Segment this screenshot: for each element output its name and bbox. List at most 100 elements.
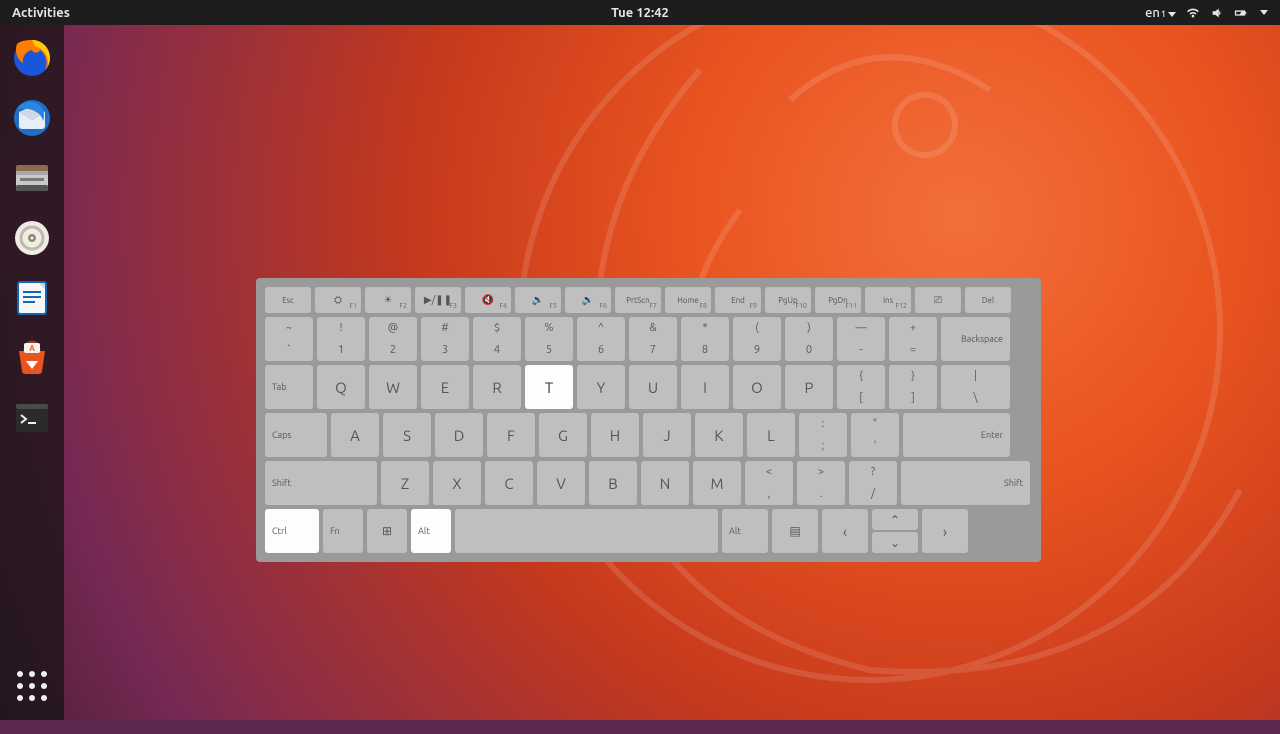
key-5[interactable]: %5	[525, 317, 573, 361]
key-,[interactable]: <,	[745, 461, 793, 505]
key-f2[interactable]: ☀F2	[365, 287, 411, 313]
key-s[interactable]: S	[383, 413, 431, 457]
key-r[interactable]: R	[473, 365, 521, 409]
key-arrow-down[interactable]: ⌄	[872, 532, 918, 553]
key-arrow-up[interactable]: ⌃	[872, 509, 918, 530]
key-g[interactable]: G	[539, 413, 587, 457]
key-.[interactable]: >.	[797, 461, 845, 505]
key-\[interactable]: |\	[941, 365, 1010, 409]
key-pgup[interactable]: PgUpF10	[765, 287, 811, 313]
key-9[interactable]: (9	[733, 317, 781, 361]
key-caps[interactable]: Caps	[265, 413, 327, 457]
key-p[interactable]: P	[785, 365, 833, 409]
key-1[interactable]: !1	[317, 317, 365, 361]
key-home[interactable]: HomeF8	[665, 287, 711, 313]
key-k[interactable]: K	[695, 413, 743, 457]
key-m[interactable]: M	[693, 461, 741, 505]
key-tab[interactable]: Tab	[265, 365, 313, 409]
key-f6[interactable]: 🔊F6	[565, 287, 611, 313]
key-pgdn[interactable]: PgDnF11	[815, 287, 861, 313]
key-fn13[interactable]: ⎚	[915, 287, 961, 313]
key-prtscn[interactable]: PrtScnF7	[615, 287, 661, 313]
key-fn[interactable]: Fn	[323, 509, 363, 553]
key-l[interactable]: L	[747, 413, 795, 457]
dock-app-terminal[interactable]	[9, 395, 55, 441]
key-d[interactable]: D	[435, 413, 483, 457]
key-f[interactable]: F	[487, 413, 535, 457]
dock: A	[0, 25, 64, 720]
key-del[interactable]: Del	[965, 287, 1011, 313]
key-esc[interactable]: Esc	[265, 287, 311, 313]
key-7[interactable]: &7	[629, 317, 677, 361]
dock-app-firefox[interactable]	[9, 35, 55, 81]
key-/[interactable]: ?/	[849, 461, 897, 505]
key-3[interactable]: #3	[421, 317, 469, 361]
key-alt-left[interactable]: Alt	[411, 509, 451, 553]
key-h[interactable]: H	[591, 413, 639, 457]
key-][interactable]: }]	[889, 365, 937, 409]
key-z[interactable]: Z	[381, 461, 429, 505]
key-arrow-updown-group: ⌃⌄	[872, 509, 918, 553]
key-2[interactable]: @2	[369, 317, 417, 361]
dock-app-software[interactable]: A	[9, 335, 55, 381]
activities-button[interactable]: Activities	[0, 6, 82, 20]
key-o[interactable]: O	[733, 365, 781, 409]
key-e[interactable]: E	[421, 365, 469, 409]
battery-icon[interactable]	[1234, 6, 1248, 20]
key-f5[interactable]: 🔉F5	[515, 287, 561, 313]
key-q[interactable]: Q	[317, 365, 365, 409]
key-space[interactable]	[455, 509, 718, 553]
key-w[interactable]: W	[369, 365, 417, 409]
network-icon[interactable]	[1186, 6, 1200, 20]
input-method-indicator[interactable]: en1	[1145, 6, 1176, 20]
dock-app-libreoffice-writer[interactable]	[9, 275, 55, 321]
volume-icon[interactable]	[1210, 6, 1224, 20]
key-i[interactable]: I	[681, 365, 729, 409]
top-bar: Activities Tue 12:42 en1	[0, 0, 1280, 25]
key-arrow-left[interactable]: ‹	[822, 509, 868, 553]
key-4[interactable]: $4	[473, 317, 521, 361]
key-ins[interactable]: InsF12	[865, 287, 911, 313]
clock[interactable]: Tue 12:42	[611, 6, 669, 20]
key-menu[interactable]: ▤	[772, 509, 818, 553]
key-super[interactable]: ⊞	[367, 509, 407, 553]
key-j[interactable]: J	[643, 413, 691, 457]
key-f4[interactable]: 🔇F4	[465, 287, 511, 313]
key-[[interactable]: {[	[837, 365, 885, 409]
key-`[interactable]: ~`	[265, 317, 313, 361]
ime-sub: 1	[1161, 9, 1166, 19]
key-0[interactable]: )0	[785, 317, 833, 361]
key-f3[interactable]: ▶/❚❚F3	[415, 287, 461, 313]
key-u[interactable]: U	[629, 365, 677, 409]
key-8[interactable]: *8	[681, 317, 729, 361]
key-end[interactable]: EndF9	[715, 287, 761, 313]
key-shift[interactable]: Shift	[265, 461, 377, 505]
key-c[interactable]: C	[485, 461, 533, 505]
key-alt-right[interactable]: Alt	[722, 509, 768, 553]
key-y[interactable]: Y	[577, 365, 625, 409]
key-arrow-right[interactable]: ›	[922, 509, 968, 553]
key-ctrl-left[interactable]: Ctrl	[265, 509, 319, 553]
key-backspace[interactable]: Backspace	[941, 317, 1010, 361]
svg-text:A: A	[29, 344, 35, 353]
key-enter[interactable]: Enter	[903, 413, 1010, 457]
key-f1[interactable]: ⛭F1	[315, 287, 361, 313]
dock-app-files[interactable]	[9, 155, 55, 201]
key-=[interactable]: +=	[889, 317, 937, 361]
onscreen-keyboard: Esc⛭F1☀F2▶/❚❚F3🔇F4🔉F5🔊F6PrtScnF7HomeF8En…	[256, 278, 1041, 562]
show-apps-button[interactable]	[14, 668, 50, 704]
key-shift[interactable]: Shift	[901, 461, 1030, 505]
key-a[interactable]: A	[331, 413, 379, 457]
key-n[interactable]: N	[641, 461, 689, 505]
key-x[interactable]: X	[433, 461, 481, 505]
system-menu-chevron-icon[interactable]	[1260, 10, 1268, 15]
key-t[interactable]: T	[525, 365, 573, 409]
dock-app-rhythmbox[interactable]	[9, 215, 55, 261]
dock-app-thunderbird[interactable]	[9, 95, 55, 141]
key-b[interactable]: B	[589, 461, 637, 505]
key-6[interactable]: ^6	[577, 317, 625, 361]
key-;[interactable]: :;	[799, 413, 847, 457]
key-v[interactable]: V	[537, 461, 585, 505]
key--[interactable]: —-	[837, 317, 885, 361]
key-'[interactable]: "'	[851, 413, 899, 457]
